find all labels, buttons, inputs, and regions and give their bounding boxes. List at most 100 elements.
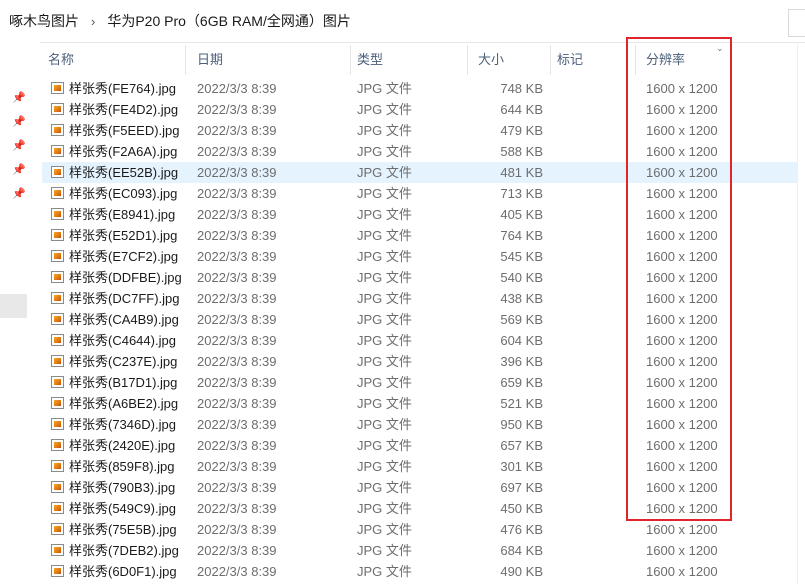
file-row[interactable]: 样张秀(7346D).jpg 2022/3/3 8:39 JPG 文件 950 KB 1… bbox=[40, 414, 805, 435]
file-row[interactable]: 样张秀(859F8).jpg 2022/3/3 8:39 JPG 文件 301 KB 1… bbox=[40, 456, 805, 477]
file-type: JPG 文件 bbox=[357, 81, 412, 96]
jpg-file-icon bbox=[51, 124, 64, 136]
file-name: 样张秀(E52D1).jpg bbox=[69, 228, 178, 243]
file-name: 样张秀(E8941).jpg bbox=[69, 207, 176, 222]
file-row[interactable]: 样张秀(EE52B).jpg 2022/3/3 8:39 JPG 文件 481 KB 1… bbox=[40, 162, 805, 183]
search-box-edge[interactable] bbox=[788, 9, 805, 37]
file-row[interactable]: 样张秀(F2A6A).jpg 2022/3/3 8:39 JPG 文件 588 KB 1… bbox=[40, 141, 805, 162]
file-date: 2022/3/3 8:39 bbox=[197, 291, 277, 306]
column-divider[interactable] bbox=[550, 45, 551, 75]
file-size: 540 KB bbox=[500, 270, 543, 285]
file-resolution: 1600 x 1200 bbox=[646, 291, 718, 306]
file-row[interactable]: 样张秀(DC7FF).jpg 2022/3/3 8:39 JPG 文件 438 KB 1… bbox=[40, 288, 805, 309]
file-date: 2022/3/3 8:39 bbox=[197, 81, 277, 96]
scrollbar-track[interactable] bbox=[797, 42, 798, 584]
file-type: JPG 文件 bbox=[357, 501, 412, 516]
file-date: 2022/3/3 8:39 bbox=[197, 333, 277, 348]
file-name: 样张秀(2420E).jpg bbox=[69, 438, 176, 453]
jpg-file-icon bbox=[51, 250, 64, 262]
file-date: 2022/3/3 8:39 bbox=[197, 165, 277, 180]
file-size: 479 KB bbox=[500, 123, 543, 138]
file-type: JPG 文件 bbox=[357, 333, 412, 348]
file-name: 样张秀(F2A6A).jpg bbox=[69, 144, 178, 159]
file-type: JPG 文件 bbox=[357, 270, 412, 285]
pin-icon: 📌 bbox=[12, 188, 26, 200]
file-resolution: 1600 x 1200 bbox=[646, 564, 718, 579]
file-row[interactable]: 样张秀(E52D1).jpg 2022/3/3 8:39 JPG 文件 764 KB 1… bbox=[40, 225, 805, 246]
file-row[interactable]: 样张秀(75E5B).jpg 2022/3/3 8:39 JPG 文件 476 KB 1… bbox=[40, 519, 805, 540]
file-row[interactable]: 样张秀(C4644).jpg 2022/3/3 8:39 JPG 文件 604 KB 1… bbox=[40, 330, 805, 351]
file-row[interactable]: 样张秀(2420E).jpg 2022/3/3 8:39 JPG 文件 657 KB 1… bbox=[40, 435, 805, 456]
file-date: 2022/3/3 8:39 bbox=[197, 417, 277, 432]
jpg-file-icon bbox=[51, 544, 64, 556]
pin-icon: 📌 bbox=[12, 92, 26, 104]
file-name: 样张秀(DDFBE).jpg bbox=[69, 270, 182, 285]
breadcrumb-item-root[interactable]: 啄木鸟图片 bbox=[0, 11, 79, 31]
jpg-file-icon bbox=[51, 187, 64, 199]
jpg-file-icon bbox=[51, 418, 64, 430]
file-date: 2022/3/3 8:39 bbox=[197, 480, 277, 495]
file-size: 521 KB bbox=[500, 396, 543, 411]
column-divider[interactable] bbox=[185, 45, 186, 75]
column-header-tag[interactable]: 标记 bbox=[557, 42, 583, 78]
jpg-file-icon bbox=[51, 313, 64, 325]
jpg-file-icon bbox=[51, 355, 64, 367]
file-resolution: 1600 x 1200 bbox=[646, 186, 718, 201]
file-type: JPG 文件 bbox=[357, 417, 412, 432]
file-row[interactable]: 样张秀(E8941).jpg 2022/3/3 8:39 JPG 文件 405 KB 1… bbox=[40, 204, 805, 225]
file-row[interactable]: 样张秀(7DEB2).jpg 2022/3/3 8:39 JPG 文件 684 KB 1… bbox=[40, 540, 805, 561]
file-row[interactable]: 样张秀(790B3).jpg 2022/3/3 8:39 JPG 文件 697 KB 1… bbox=[40, 477, 805, 498]
file-type: JPG 文件 bbox=[357, 144, 412, 159]
file-type: JPG 文件 bbox=[357, 165, 412, 180]
column-divider[interactable] bbox=[350, 45, 351, 75]
column-header-name[interactable]: 名称 bbox=[48, 42, 74, 78]
file-size: 697 KB bbox=[500, 480, 543, 495]
address-bar[interactable]: 啄木鸟图片 › 华为P20 Pro（6GB RAM/全网通）图片 bbox=[0, 0, 805, 43]
jpg-file-icon bbox=[51, 565, 64, 577]
file-row[interactable]: 样张秀(C237E).jpg 2022/3/3 8:39 JPG 文件 396 KB 1… bbox=[40, 351, 805, 372]
jpg-file-icon bbox=[51, 229, 64, 241]
file-row[interactable]: 样张秀(EC093).jpg 2022/3/3 8:39 JPG 文件 713 KB 1… bbox=[40, 183, 805, 204]
column-header-resolution[interactable]: 分辨率 bbox=[646, 42, 685, 78]
file-resolution: 1600 x 1200 bbox=[646, 480, 718, 495]
file-type: JPG 文件 bbox=[357, 249, 412, 264]
file-size: 569 KB bbox=[500, 312, 543, 327]
file-row[interactable]: 样张秀(E7CF2).jpg 2022/3/3 8:39 JPG 文件 545 KB 1… bbox=[40, 246, 805, 267]
file-type: JPG 文件 bbox=[357, 543, 412, 558]
file-resolution: 1600 x 1200 bbox=[646, 144, 718, 159]
file-row[interactable]: 样张秀(F5EED).jpg 2022/3/3 8:39 JPG 文件 479 KB 1… bbox=[40, 120, 805, 141]
file-name: 样张秀(7346D).jpg bbox=[69, 417, 176, 432]
file-row[interactable]: 样张秀(DDFBE).jpg 2022/3/3 8:39 JPG 文件 540 KB 1… bbox=[40, 267, 805, 288]
column-divider[interactable] bbox=[467, 45, 468, 75]
file-row[interactable]: 样张秀(549C9).jpg 2022/3/3 8:39 JPG 文件 450 KB 1… bbox=[40, 498, 805, 519]
file-resolution: 1600 x 1200 bbox=[646, 249, 718, 264]
column-header-date[interactable]: 日期 bbox=[197, 42, 223, 78]
file-date: 2022/3/3 8:39 bbox=[197, 123, 277, 138]
file-row[interactable]: 样张秀(FE764).jpg 2022/3/3 8:39 JPG 文件 748 KB 1… bbox=[40, 78, 805, 99]
navigation-pane: 📌 📌 📌 📌 📌 bbox=[0, 42, 40, 584]
file-row[interactable]: 样张秀(CA4B9).jpg 2022/3/3 8:39 JPG 文件 569 KB 1… bbox=[40, 309, 805, 330]
file-date: 2022/3/3 8:39 bbox=[197, 354, 277, 369]
column-header-type[interactable]: 类型 bbox=[357, 42, 383, 78]
file-row[interactable]: 样张秀(A6BE2).jpg 2022/3/3 8:39 JPG 文件 521 KB 1… bbox=[40, 393, 805, 414]
file-resolution: 1600 x 1200 bbox=[646, 81, 718, 96]
file-name: 样张秀(C237E).jpg bbox=[69, 354, 178, 369]
breadcrumb-separator-icon[interactable]: › bbox=[79, 14, 95, 29]
jpg-file-icon bbox=[51, 292, 64, 304]
file-resolution: 1600 x 1200 bbox=[646, 501, 718, 516]
jpg-file-icon bbox=[51, 166, 64, 178]
file-type: JPG 文件 bbox=[357, 228, 412, 243]
file-name: 样张秀(FE764).jpg bbox=[69, 81, 176, 96]
file-row[interactable]: 样张秀(6D0F1).jpg 2022/3/3 8:39 JPG 文件 490 KB 1… bbox=[40, 561, 805, 582]
file-name: 样张秀(EE52B).jpg bbox=[69, 165, 179, 180]
file-row[interactable]: 样张秀(B17D1).jpg 2022/3/3 8:39 JPG 文件 659 KB 1… bbox=[40, 372, 805, 393]
file-type: JPG 文件 bbox=[357, 459, 412, 474]
file-resolution: 1600 x 1200 bbox=[646, 459, 718, 474]
file-row[interactable]: 样张秀(FE4D2).jpg 2022/3/3 8:39 JPG 文件 644 KB 1… bbox=[40, 99, 805, 120]
file-type: JPG 文件 bbox=[357, 312, 412, 327]
breadcrumb-item-current[interactable]: 华为P20 Pro（6GB RAM/全网通）图片 bbox=[95, 11, 351, 31]
nav-item-selected[interactable] bbox=[0, 294, 27, 318]
column-divider[interactable] bbox=[635, 45, 636, 75]
file-size: 659 KB bbox=[500, 375, 543, 390]
column-header-size[interactable]: 大小 bbox=[478, 42, 504, 78]
